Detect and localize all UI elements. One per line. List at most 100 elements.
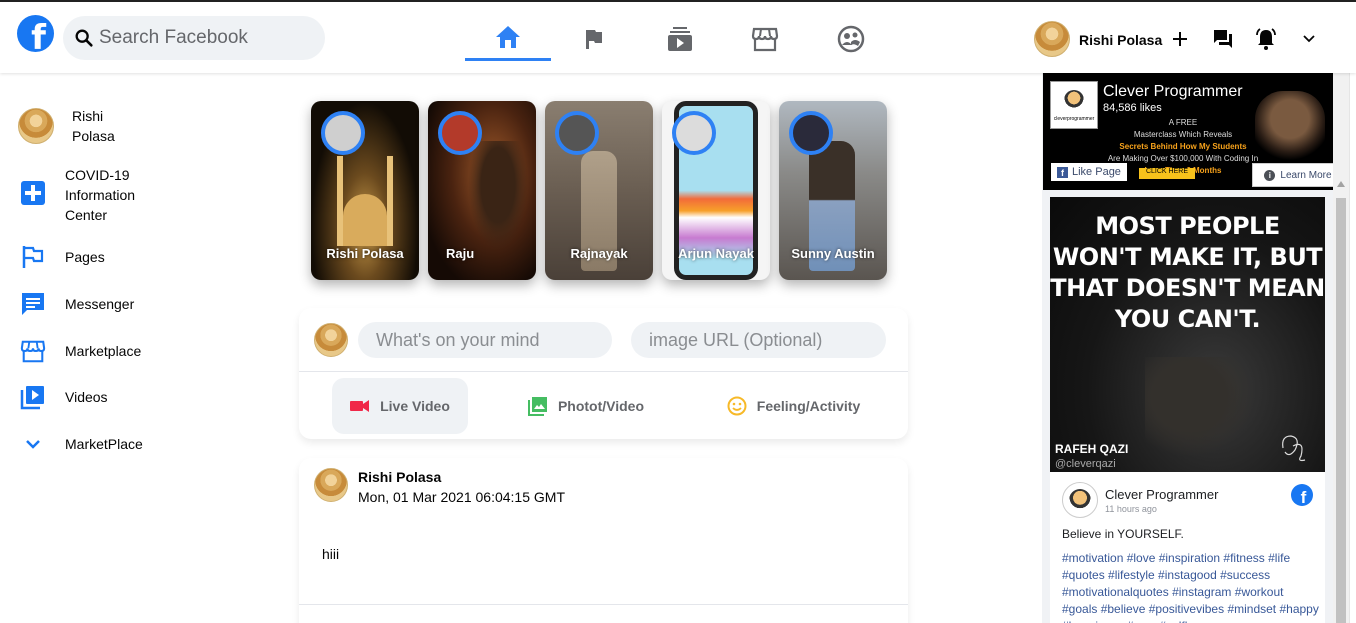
nav-home-tab[interactable] xyxy=(465,16,551,61)
info-icon: i xyxy=(1264,169,1276,181)
header-user-name[interactable]: Rishi Polasa xyxy=(1079,32,1162,48)
supervised-user-circle-icon xyxy=(837,25,865,52)
storefront-icon xyxy=(18,336,48,366)
notifications-active-icon xyxy=(1256,28,1276,50)
videocam-icon xyxy=(350,400,370,412)
poster-figure xyxy=(1145,357,1255,457)
scrollbar-thumb[interactable] xyxy=(1336,198,1346,623)
feeling-activity-label: Feeling/Activity xyxy=(756,398,861,414)
sidebar-item-covid[interactable]: COVID-19 Information Center xyxy=(18,167,135,223)
widget-scrollbar[interactable] xyxy=(1333,73,1349,623)
nav-watch-tab[interactable] xyxy=(637,16,723,61)
story-avatar xyxy=(789,111,833,155)
page-likes: 84,586 likes xyxy=(1103,102,1162,114)
story-avatar xyxy=(321,111,365,155)
widget-post-author[interactable]: Clever Programmer xyxy=(1105,487,1218,502)
emoji-flags-icon xyxy=(18,242,48,272)
search-icon xyxy=(75,29,93,47)
promo-line: Masterclass Which Reveals xyxy=(1133,130,1233,139)
sidebar-item-label: Marketplace xyxy=(65,343,142,359)
expand-more-icon xyxy=(1303,35,1315,43)
page-cover-banner[interactable]: cleverprogrammer Clever Programmer 84,58… xyxy=(1043,73,1349,190)
scroll-up-arrow-icon[interactable] xyxy=(1337,181,1345,187)
messenger-button[interactable] xyxy=(1210,26,1236,52)
page-logo[interactable]: cleverprogrammer xyxy=(1050,81,1098,129)
promo-line: Are Making Over $100,000 With Coding In xyxy=(1107,154,1259,163)
photo-library-icon xyxy=(527,397,547,416)
story-name: Raju xyxy=(446,246,475,261)
click-here-badge: CLICK HERE xyxy=(1139,168,1195,179)
widget-post-avatar[interactable] xyxy=(1062,482,1098,518)
post-author[interactable]: Rishi Polasa xyxy=(358,469,441,485)
live-video-button[interactable]: Live Video xyxy=(332,378,468,434)
message-input[interactable] xyxy=(358,322,612,358)
facebook-square-icon: f xyxy=(1057,166,1068,178)
widget-post-text: Believe in YOURSELF. xyxy=(1062,527,1184,541)
like-page-button[interactable]: f Like Page xyxy=(1051,163,1127,181)
story-card[interactable]: Sunny Austin xyxy=(779,101,887,280)
story-name: Arjun Nayak xyxy=(678,246,754,261)
quote-author: RAFEH QAZI xyxy=(1055,442,1129,456)
notifications-button[interactable] xyxy=(1253,26,1279,52)
forum-icon xyxy=(1214,30,1232,48)
story-card[interactable]: Rajnayak xyxy=(545,101,653,280)
post-divider xyxy=(299,604,908,605)
sidebar-item-more[interactable]: MarketPlace xyxy=(18,429,143,459)
quote-text: MOST PEOPLE WON'T MAKE IT, BUT THAT DOES… xyxy=(1050,212,1325,333)
widget-post-hashtags[interactable]: #motivation #love #inspiration #fitness … xyxy=(1062,550,1322,623)
photo-video-label: Photot/Video xyxy=(557,398,645,414)
storefront-icon xyxy=(751,27,779,51)
image-url-input[interactable] xyxy=(631,322,886,358)
video-library-icon xyxy=(18,382,48,412)
story-avatar xyxy=(555,111,599,155)
learn-more-button[interactable]: i Learn More xyxy=(1252,163,1344,187)
photo-video-button[interactable]: Photot/Video xyxy=(506,378,666,434)
sidebar-profile[interactable]: Rishi Polasa xyxy=(18,108,115,144)
quote-handle: @cleverqazi xyxy=(1055,458,1116,470)
learn-more-label: Learn More xyxy=(1280,169,1332,181)
sidebar-item-label: Videos xyxy=(65,389,108,405)
sidebar-item-messenger[interactable]: Messenger xyxy=(18,289,134,319)
story-avatar xyxy=(438,111,482,155)
feed-post: Rishi Polasa Mon, 01 Mar 2021 06:04:15 G… xyxy=(299,458,908,623)
facebook-icon[interactable]: f xyxy=(1291,484,1313,506)
account-menu-button[interactable] xyxy=(1296,26,1322,52)
page-scrollbar[interactable] xyxy=(1349,2,1356,623)
story-card[interactable]: Raju xyxy=(428,101,536,280)
local-hospital-icon xyxy=(18,178,48,208)
flag-icon xyxy=(586,29,602,49)
story-card[interactable]: Arjun Nayak xyxy=(662,101,770,280)
like-page-label: Like Page xyxy=(1072,166,1121,178)
sidebar-item-marketplace[interactable]: Marketplace xyxy=(18,336,141,366)
story-name: Rishi Polasa xyxy=(326,246,404,261)
composer-divider xyxy=(299,371,908,372)
sidebar-item-pages[interactable]: Pages xyxy=(18,242,105,272)
sidebar-item-videos[interactable]: Videos xyxy=(18,382,108,412)
promo-highlight: Secrets Behind How My Students xyxy=(1119,142,1247,151)
facebook-logo-icon[interactable]: f xyxy=(17,15,54,52)
post-composer: Live Video Photot/Video Feeling/Activity xyxy=(299,308,908,439)
header-avatar[interactable] xyxy=(1034,21,1070,57)
nav-marketplace-tab[interactable] xyxy=(722,16,808,61)
composer-avatar xyxy=(314,323,348,357)
sidebar-item-label: Messenger xyxy=(65,296,135,312)
create-button[interactable] xyxy=(1167,26,1193,52)
feeling-activity-button[interactable]: Feeling/Activity xyxy=(706,378,881,434)
story-name: Sunny Austin xyxy=(791,246,875,261)
add-icon xyxy=(1173,32,1187,46)
story-avatar xyxy=(672,111,716,155)
banner-photo xyxy=(1255,91,1325,161)
search-bar[interactable] xyxy=(63,16,325,60)
nav-groups-tab[interactable] xyxy=(808,16,894,61)
nav-pages-tab[interactable] xyxy=(551,16,637,61)
post-avatar[interactable] xyxy=(314,468,348,502)
widget-post: Clever Programmer 11 hours ago f Believe… xyxy=(1050,472,1325,623)
widget-post-time[interactable]: 11 hours ago xyxy=(1105,504,1157,514)
story-card[interactable]: Rishi Polasa xyxy=(311,101,419,280)
search-input[interactable] xyxy=(99,27,319,49)
home-icon xyxy=(496,26,520,48)
video-subscriptions-icon xyxy=(668,26,692,51)
expand-more-icon xyxy=(18,429,48,459)
page-name[interactable]: Clever Programmer xyxy=(1103,83,1243,101)
quote-image[interactable]: MOST PEOPLE WON'T MAKE IT, BUT THAT DOES… xyxy=(1050,197,1325,472)
